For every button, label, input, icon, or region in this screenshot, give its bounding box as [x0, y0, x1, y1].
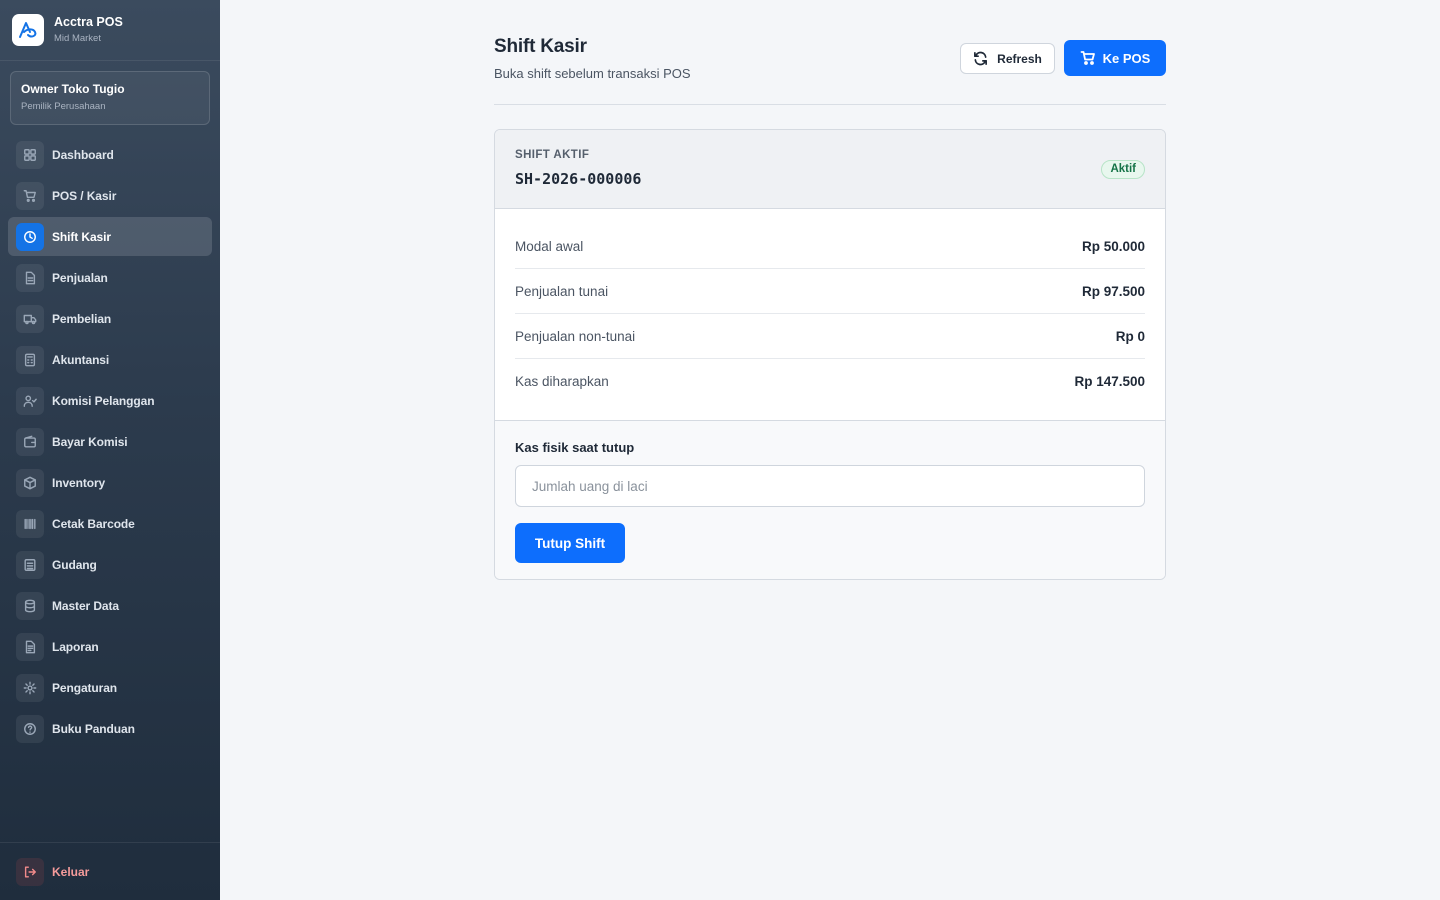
sidebar-item-dashboard[interactable]: Dashboard [8, 135, 212, 174]
sidebar-item-label: Pengaturan [52, 680, 118, 695]
grid-icon [16, 140, 44, 169]
sidebar-item-label: Cetak Barcode [52, 516, 135, 531]
sidebar-item-gudang[interactable]: Gudang [8, 545, 212, 584]
status-badge: Aktif [1101, 160, 1145, 179]
sidebar-item-penjualan[interactable]: Penjualan [8, 258, 212, 297]
physical-cash-input[interactable] [515, 465, 1145, 507]
sidebar-item-laporan[interactable]: Laporan [8, 627, 212, 666]
brand[interactable]: Acctra POS Mid Market [0, 0, 220, 61]
summary-label: Modal awal [515, 238, 584, 254]
main-content: Shift Kasir Buka shift sebelum transaksi… [494, 0, 1166, 580]
sidebar-item-bayar-komisi[interactable]: Bayar Komisi [8, 422, 212, 461]
sidebar-item-shift-kasir[interactable]: Shift Kasir [8, 217, 212, 256]
sidebar-item-label: Pembelian [52, 311, 112, 326]
active-shift-header: SHIFT AKTIF SH-2026-000006 Aktif [495, 130, 1165, 209]
summary-value: Rp 97.500 [1081, 283, 1145, 299]
logout-label: Keluar [52, 865, 90, 879]
barcode-icon [16, 509, 44, 538]
sidebar-item-komisi-pelanggan[interactable]: Komisi Pelanggan [8, 381, 212, 420]
sidebar-item-label: Akuntansi [52, 352, 110, 367]
sidebar-item-label: Master Data [52, 598, 119, 613]
sidebar-item-label: Dashboard [52, 147, 114, 162]
sidebar-item-label: Laporan [52, 639, 99, 654]
summary-row-kas-diharapkan: Kas diharapkan Rp 147.500 [515, 359, 1145, 404]
gear-icon [16, 673, 44, 702]
sidebar-item-pembelian[interactable]: Pembelian [8, 299, 212, 338]
refresh-icon [974, 51, 988, 66]
summary-row-modal-awal: Modal awal Rp 50.000 [515, 224, 1145, 269]
summary-value: Rp 147.500 [1074, 374, 1145, 389]
sidebar-item-label: Buku Panduan [52, 721, 135, 736]
user-check-icon [16, 386, 44, 415]
shift-summary: Modal awal Rp 50.000 Penjualan tunai Rp … [495, 209, 1165, 420]
database-icon [16, 591, 44, 620]
shift-code: SH-2026-000006 [515, 170, 642, 188]
user-name: Owner Toko Tugio [21, 82, 125, 96]
page-title: Shift Kasir [494, 36, 587, 57]
summary-label: Penjualan non-tunai [515, 328, 636, 344]
logout-icon [16, 858, 44, 886]
go-to-pos-button[interactable]: Ke POS [1064, 40, 1166, 76]
logout-button[interactable]: Keluar [8, 857, 212, 887]
sidebar-item-label: Shift Kasir [52, 229, 111, 244]
summary-row-penjualan-tunai: Penjualan tunai Rp 97.500 [515, 269, 1145, 314]
sidebar-item-label: Penjualan [52, 270, 108, 285]
calculator-icon [16, 345, 44, 374]
active-shift-card: SHIFT AKTIF SH-2026-000006 Aktif Modal a… [494, 129, 1166, 580]
summary-row-penjualan-non-tunai: Penjualan non-tunai Rp 0 [515, 314, 1145, 359]
summary-label: Kas diharapkan [515, 374, 609, 389]
truck-icon [16, 304, 44, 333]
sidebar-item-label: Komisi Pelanggan [52, 393, 155, 408]
sidebar-item-master-data[interactable]: Master Data [8, 586, 212, 625]
page-header: Shift Kasir Buka shift sebelum transaksi… [494, 0, 1166, 105]
logout-section: Keluar [0, 842, 220, 900]
report-icon [16, 632, 44, 661]
cart-icon [16, 181, 44, 210]
cart-icon [1080, 51, 1095, 65]
sidebar-item-label: Gudang [52, 557, 97, 572]
sidebar-item-inventory[interactable]: Inventory [8, 463, 212, 502]
clock-icon [16, 222, 44, 251]
brand-subtitle: Mid Market [54, 33, 101, 44]
help-icon [16, 714, 44, 743]
sidebar-item-label: POS / Kasir [52, 188, 117, 203]
sidebar-item-pengaturan[interactable]: Pengaturan [8, 668, 212, 707]
file-icon [16, 263, 44, 292]
physical-cash-label: Kas fisik saat tutup [515, 440, 635, 455]
box-icon [16, 468, 44, 497]
refresh-button[interactable]: Refresh [960, 43, 1055, 74]
summary-label: Penjualan tunai [515, 283, 609, 299]
brand-name: Acctra POS [54, 15, 123, 29]
close-shift-section: Kas fisik saat tutup Tutup Shift [495, 420, 1165, 579]
wallet-icon [16, 427, 44, 456]
go-to-pos-label: Ke POS [1102, 50, 1151, 66]
sidebar: Acctra POS Mid Market Owner Toko Tugio P… [0, 0, 220, 900]
refresh-label: Refresh [997, 51, 1042, 66]
user-role: Pemilik Perusahaan [21, 101, 106, 112]
summary-value: Rp 0 [1115, 328, 1145, 344]
page-subtitle: Buka shift sebelum transaksi POS [494, 66, 691, 81]
sidebar-item-buku-panduan[interactable]: Buku Panduan [8, 709, 212, 748]
close-shift-button[interactable]: Tutup Shift [515, 523, 625, 563]
sidebar-nav: Dashboard POS / Kasir Shift Kasir Penjua… [8, 135, 212, 750]
sidebar-item-label: Inventory [52, 475, 106, 490]
user-card[interactable]: Owner Toko Tugio Pemilik Perusahaan [10, 71, 210, 125]
summary-value: Rp 50.000 [1081, 238, 1145, 254]
shift-section-label: SHIFT AKTIF [515, 149, 590, 161]
warehouse-icon [16, 550, 44, 579]
sidebar-item-label: Bayar Komisi [52, 434, 128, 449]
sidebar-item-cetak-barcode[interactable]: Cetak Barcode [8, 504, 212, 543]
sidebar-item-pos-kasir[interactable]: POS / Kasir [8, 176, 212, 215]
sidebar-item-akuntansi[interactable]: Akuntansi [8, 340, 212, 379]
acctra-logo-icon [12, 14, 44, 46]
